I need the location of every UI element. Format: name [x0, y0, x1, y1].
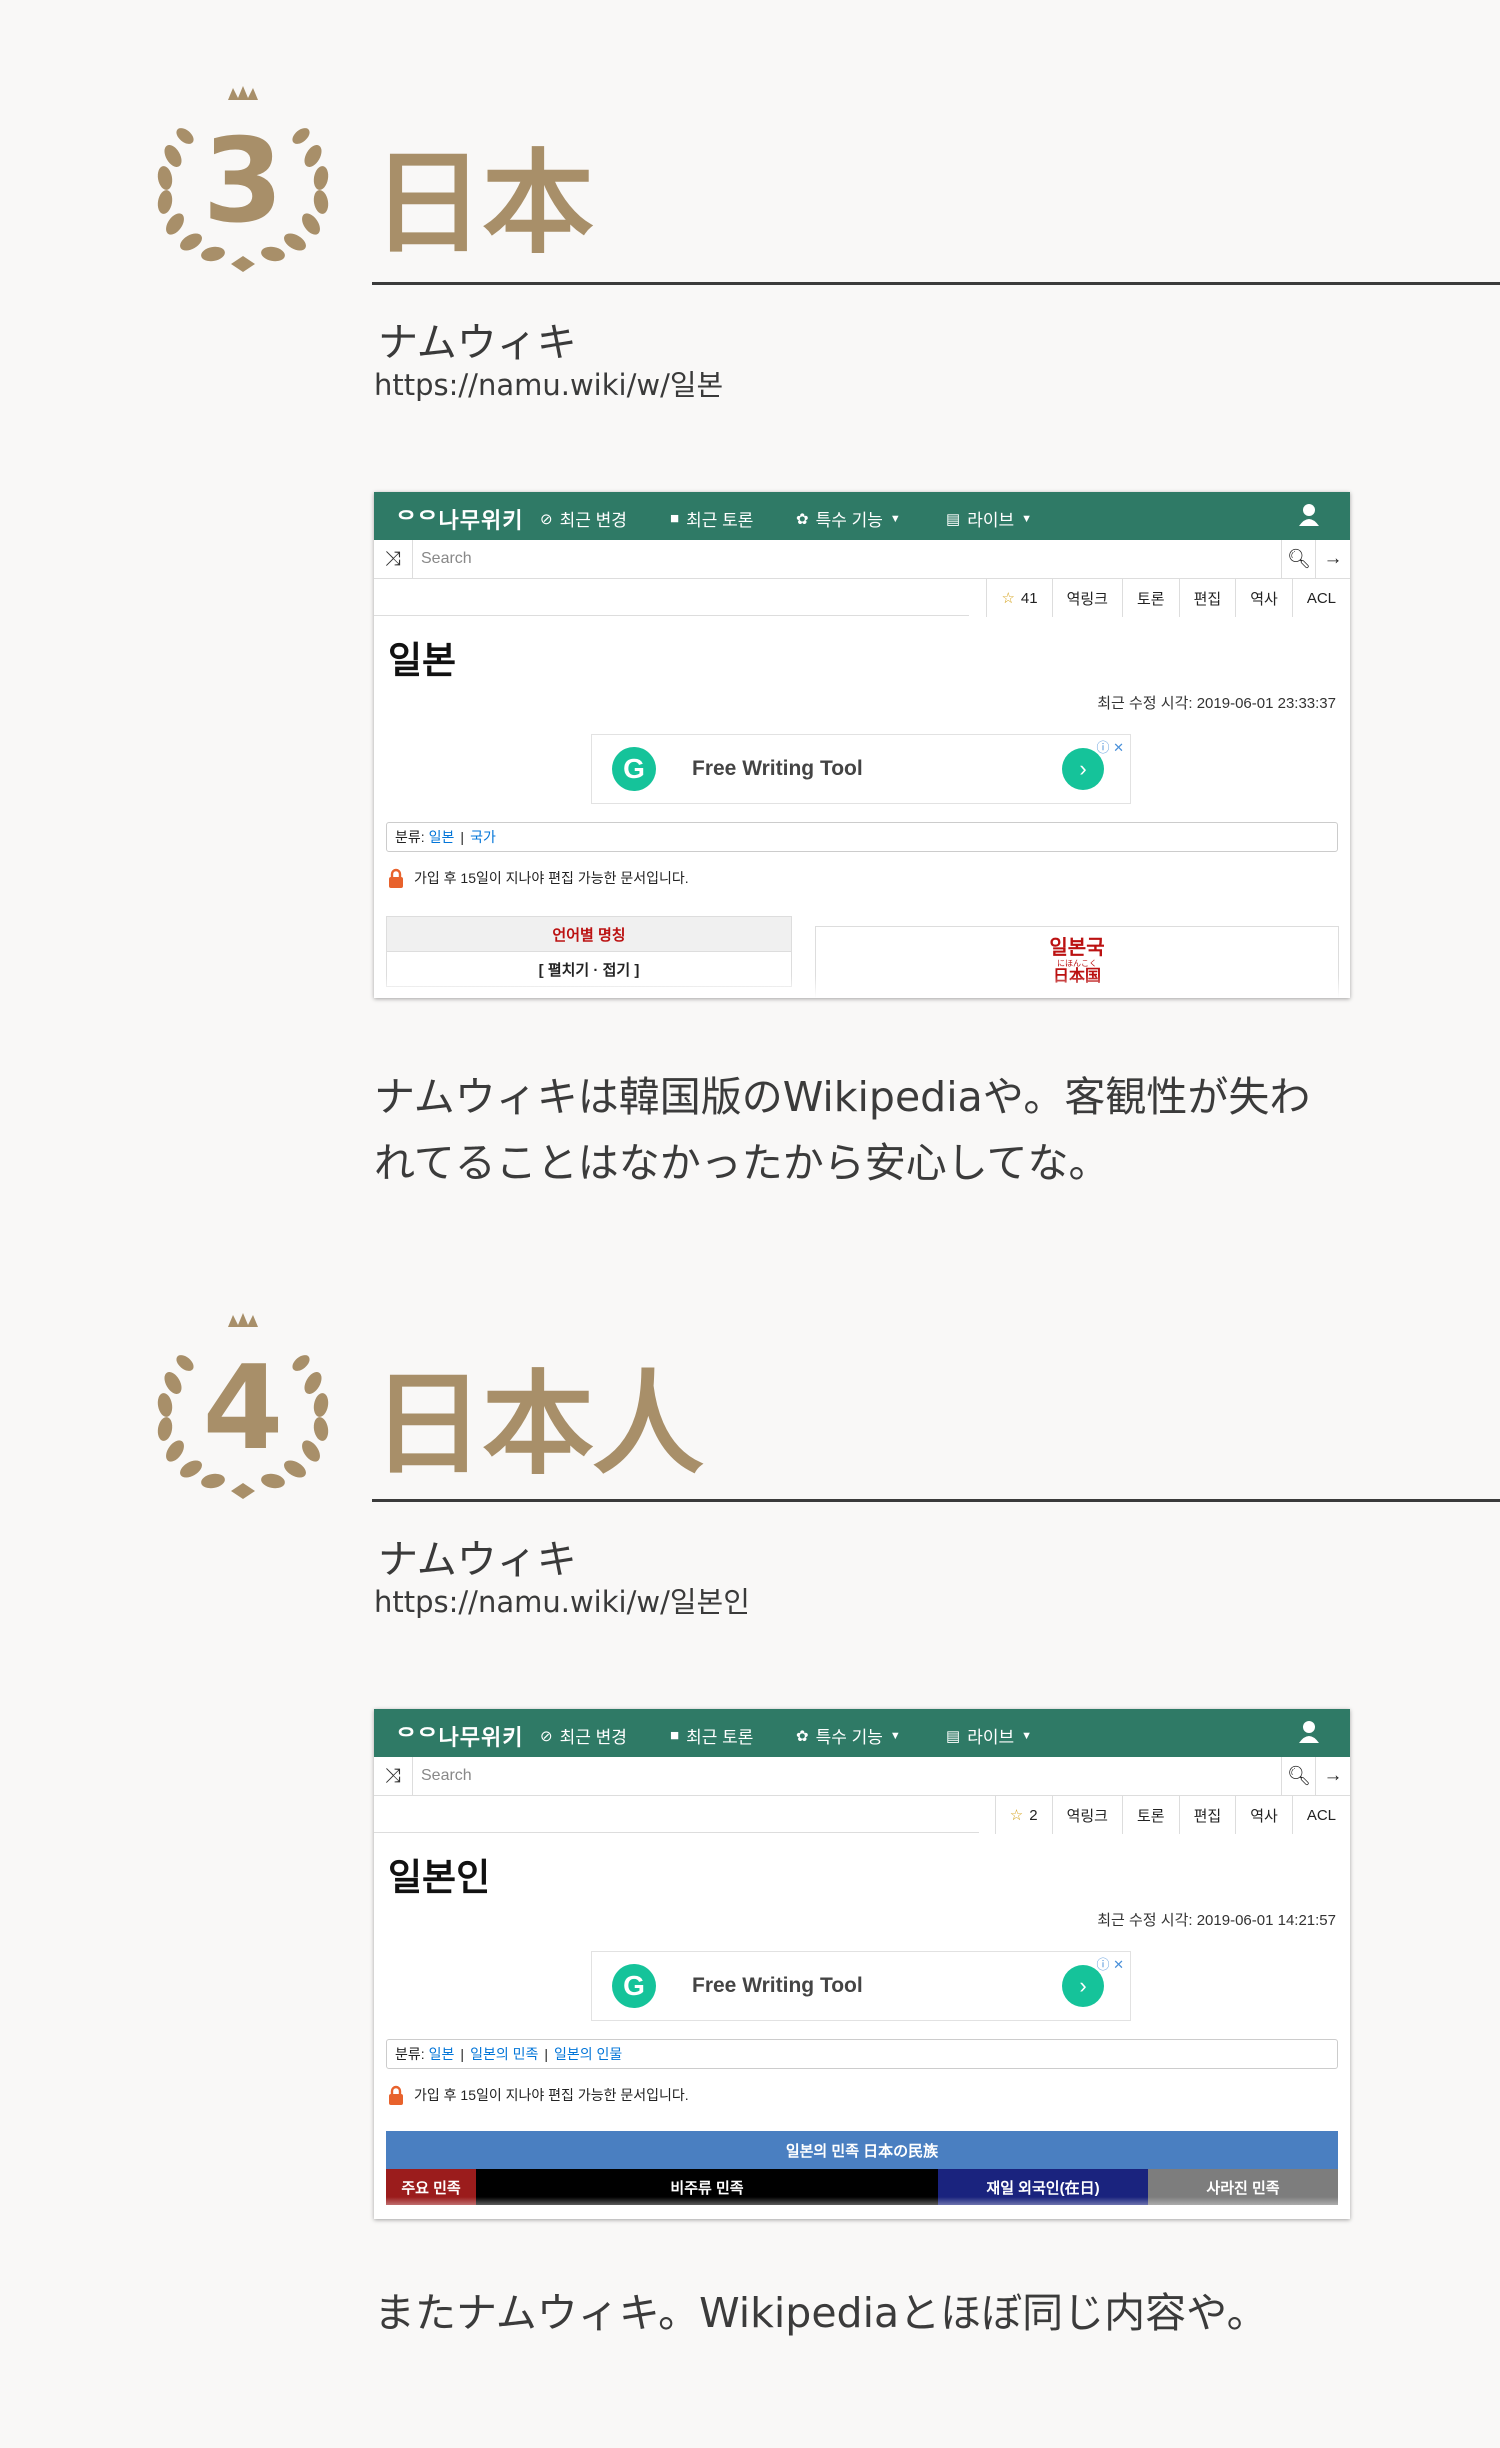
document-title: 일본인 — [388, 1857, 491, 1898]
nav-special[interactable]: ✿ 특수 기능 ▼ — [796, 506, 901, 531]
grammarly-logo-icon: G — [612, 747, 656, 791]
divider — [372, 282, 1500, 285]
ad-banner[interactable]: G Free Writing Tool › ⓘ ✕ — [591, 1951, 1131, 2021]
category-box: 분류: 일본 | 일본의 민족 | 일본의 인물 — [386, 2039, 1338, 2069]
user-icon[interactable] — [1298, 1719, 1320, 1745]
nav-recent-changes[interactable]: ⊘ 최근 변경 — [540, 506, 627, 531]
doc-tabs-row: ☆ 2 역링크 토론 편집 역사 ACL — [374, 1796, 1350, 1834]
ad-text: Free Writing Tool — [692, 1974, 863, 1997]
category-link[interactable]: 일본의 인물 — [554, 2044, 622, 2064]
wiki-logo[interactable]: ᄋᄋ나무위키 — [396, 503, 523, 535]
rank-number: 3 — [202, 114, 284, 249]
search-row: ⤨ Search 🔍︎ → — [374, 540, 1350, 579]
rank-number: 4 — [202, 1341, 284, 1476]
caret-down-icon: ▼ — [889, 512, 901, 525]
tab-discuss[interactable]: 토론 — [1123, 579, 1180, 617]
caret-down-icon: ▼ — [1021, 512, 1032, 525]
list-icon: ▤ — [946, 1727, 961, 1745]
ad-text: Free Writing Tool — [692, 757, 863, 780]
names-head: 언어별 명칭 — [387, 917, 791, 952]
gear-icon: ✿ — [796, 1727, 809, 1745]
category-box: 분류: 일본 | 국가 — [386, 822, 1338, 852]
wiki-screenshot: ᄋᄋ나무위키 ⊘ 최근 변경 ■ 최근 토론 ✿ 특수 기능 ▼ ▤ 라이브 ▼ ⤨ Sea… — [374, 492, 1350, 998]
star-button[interactable]: ☆ 41 — [987, 579, 1053, 617]
comment-icon: ■ — [670, 510, 680, 527]
nav-recent-changes[interactable]: ⊘ 최근 변경 — [540, 1723, 627, 1748]
doc-tabs: ☆ 2 역링크 토론 편집 역사 ACL — [994, 1796, 1350, 1834]
lock-icon — [389, 868, 403, 888]
caption: ナムウィキは韓国版のWikipediaや。客観性が失わ れてることはなかったから… — [374, 1073, 1311, 1187]
search-button[interactable]: 🔍︎ — [1281, 1757, 1316, 1795]
random-shuffle-icon[interactable]: ⤨ — [374, 1757, 413, 1795]
search-input[interactable]: Search — [421, 1767, 472, 1785]
wiki-navbar: ᄋᄋ나무위키 ⊘ 최근 변경 ■ 최근 토론 ✿ 특수 기능 ▼ ▤ 라이브 ▼ — [374, 1709, 1350, 1757]
site-name: ナムウィキ — [378, 320, 577, 366]
wiki-logo[interactable]: ᄋᄋ나무위키 — [396, 1720, 523, 1752]
search-input[interactable]: Search — [421, 550, 472, 568]
ad-info-close-icon[interactable]: ⓘ ✕ — [1096, 737, 1124, 756]
tab-history[interactable]: 역사 — [1236, 579, 1293, 617]
edit-notice: 가입 후 15일이 지나야 편집 가능한 문서입니다. — [388, 868, 689, 888]
search-row: ⤨ Search 🔍︎ → — [374, 1757, 1350, 1796]
go-arrow-button[interactable]: → — [1315, 540, 1350, 578]
ethnic-table-header: 일본의 민족 日本の民族 — [386, 2131, 1338, 2169]
tab-discuss[interactable]: 토론 — [1123, 1796, 1180, 1834]
document-title: 일본 — [388, 640, 457, 681]
nav-live[interactable]: ▤ 라이브 ▼ — [946, 506, 1032, 531]
nav-recent-discuss[interactable]: ■ 최근 토론 — [670, 506, 753, 531]
user-icon[interactable] — [1298, 502, 1320, 528]
go-arrow-button[interactable]: → — [1315, 1757, 1350, 1795]
wiki-navbar: ᄋᄋ나무위키 ⊘ 최근 변경 ■ 최근 토론 ✿ 특수 기능 ▼ ▤ 라이브 ▼ — [374, 492, 1350, 540]
star-icon: ☆ — [1009, 1807, 1024, 1824]
caption: またナムウィキ。Wikipediaとほぼ同じ内容や。 — [374, 2289, 1268, 2337]
list-icon: ▤ — [946, 510, 961, 528]
site-name: ナムウィキ — [378, 1537, 577, 1583]
category-link[interactable]: 일본 — [429, 2044, 455, 2064]
category-link[interactable]: 일본 — [429, 827, 455, 847]
doc-tabs-row: ☆ 41 역링크 토론 편집 역사 ACL — [374, 579, 1350, 617]
tab-acl[interactable]: ACL — [1293, 1796, 1350, 1834]
site-url[interactable]: https://namu.wiki/w/일본인 — [374, 1579, 750, 1621]
last-modified: 최근 수정 시각: 2019-06-01 23:33:37 — [1097, 695, 1336, 712]
caret-down-icon: ▼ — [889, 1729, 901, 1742]
tab-edit[interactable]: 편집 — [1180, 1796, 1237, 1834]
ad-banner[interactable]: G Free Writing Tool › ⓘ ✕ — [591, 734, 1131, 804]
ad-info-close-icon[interactable]: ⓘ ✕ — [1096, 1954, 1124, 1973]
caret-down-icon: ▼ — [1021, 1729, 1032, 1742]
nav-special[interactable]: ✿ 특수 기능 ▼ — [796, 1723, 901, 1748]
tab-edit[interactable]: 편집 — [1180, 579, 1237, 617]
last-modified: 최근 수정 시각: 2019-06-01 14:21:57 — [1097, 1912, 1336, 1929]
search-button[interactable]: 🔍︎ — [1281, 540, 1316, 578]
tab-history[interactable]: 역사 — [1236, 1796, 1293, 1834]
country-name: 일본국 — [1049, 937, 1105, 959]
rank-title: 日本人 — [372, 1360, 704, 1490]
site-url[interactable]: https://namu.wiki/w/일본 — [374, 362, 723, 404]
star-button[interactable]: ☆ 2 — [996, 1796, 1053, 1834]
category-link[interactable]: 일본의 민족 — [470, 2044, 538, 2064]
ranking-entry-4: 4 日本人 ナムウィキ https://namu.wiki/w/일본인 ᄋᄋ나무… — [0, 1217, 1500, 2448]
nav-recent-discuss[interactable]: ■ 최근 토론 — [670, 1723, 753, 1748]
doc-tabs: ☆ 41 역링크 토론 편집 역사 ACL — [986, 579, 1350, 617]
lock-icon — [389, 2085, 403, 2105]
wiki-screenshot: ᄋᄋ나무위키 ⊘ 최근 변경 ■ 최근 토론 ✿ 특수 기능 ▼ ▤ 라이브 ▼ ⤨ Sea… — [374, 1709, 1350, 2219]
comment-icon: ■ — [670, 1727, 680, 1744]
tab-backlinks[interactable]: 역링크 — [1053, 1796, 1123, 1834]
tab-backlinks[interactable]: 역링크 — [1053, 579, 1123, 617]
gear-icon: ✿ — [796, 510, 809, 528]
star-icon: ☆ — [1001, 590, 1015, 607]
grammarly-logo-icon: G — [612, 1964, 656, 2008]
country-ruby: にほんこく — [1057, 959, 1097, 968]
compass-icon: ⊘ — [540, 510, 553, 528]
rank-title: 日本 — [372, 139, 594, 269]
compass-icon: ⊘ — [540, 1727, 553, 1745]
category-link[interactable]: 국가 — [470, 827, 496, 847]
edit-notice: 가입 후 15일이 지나야 편집 가능한 문서입니다. — [388, 2085, 689, 2105]
nav-live[interactable]: ▤ 라이브 ▼ — [946, 1723, 1032, 1748]
random-shuffle-icon[interactable]: ⤨ — [374, 540, 413, 578]
divider — [372, 1499, 1500, 1502]
ranking-entry-3: 3 日本 ナムウィキ https://namu.wiki/w/일본 ᄋᄋ나무위키… — [0, 0, 1500, 1200]
tab-acl[interactable]: ACL — [1293, 579, 1350, 617]
